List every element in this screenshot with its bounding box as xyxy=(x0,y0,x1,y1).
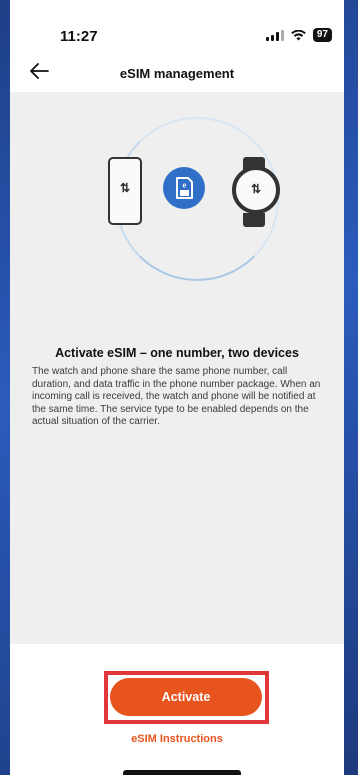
status-bar: 11:27 97 xyxy=(10,0,344,45)
transfer-arrows-icon: ⇅ xyxy=(119,181,131,195)
activate-button[interactable]: Activate xyxy=(110,678,262,716)
nav-bar: eSIM management xyxy=(10,56,344,92)
esim-description: The watch and phone share the same phone… xyxy=(32,366,321,427)
bottom-actions: Activate eSIM Instructions xyxy=(10,644,344,775)
battery-indicator: 97 xyxy=(312,28,332,42)
page-title: eSIM management xyxy=(119,66,235,81)
content-area: ⇅ e ⇅ Activate eSIM – one number, two de… xyxy=(10,92,344,644)
status-icons: 97 xyxy=(265,28,332,42)
watch-icon: ⇅ xyxy=(230,157,280,227)
svg-text:e: e xyxy=(183,183,187,190)
signal-bars-icon xyxy=(265,29,284,41)
status-time: 11:27 xyxy=(60,28,98,45)
home-indicator xyxy=(123,770,241,775)
esim-headline: Activate eSIM – one number, two devices xyxy=(55,346,299,360)
wifi-icon xyxy=(291,29,306,40)
app-screen: 11:27 97 eSIM management ⇅ e ⇅ Activate … xyxy=(10,0,344,775)
esim-instructions-link[interactable]: eSIM Instructions xyxy=(10,733,344,745)
phone-icon: ⇅ xyxy=(108,157,142,225)
esim-chip-icon: e xyxy=(163,167,205,209)
esim-illustration: ⇅ e ⇅ xyxy=(10,92,344,302)
transfer-arrows-icon: ⇅ xyxy=(250,182,262,196)
